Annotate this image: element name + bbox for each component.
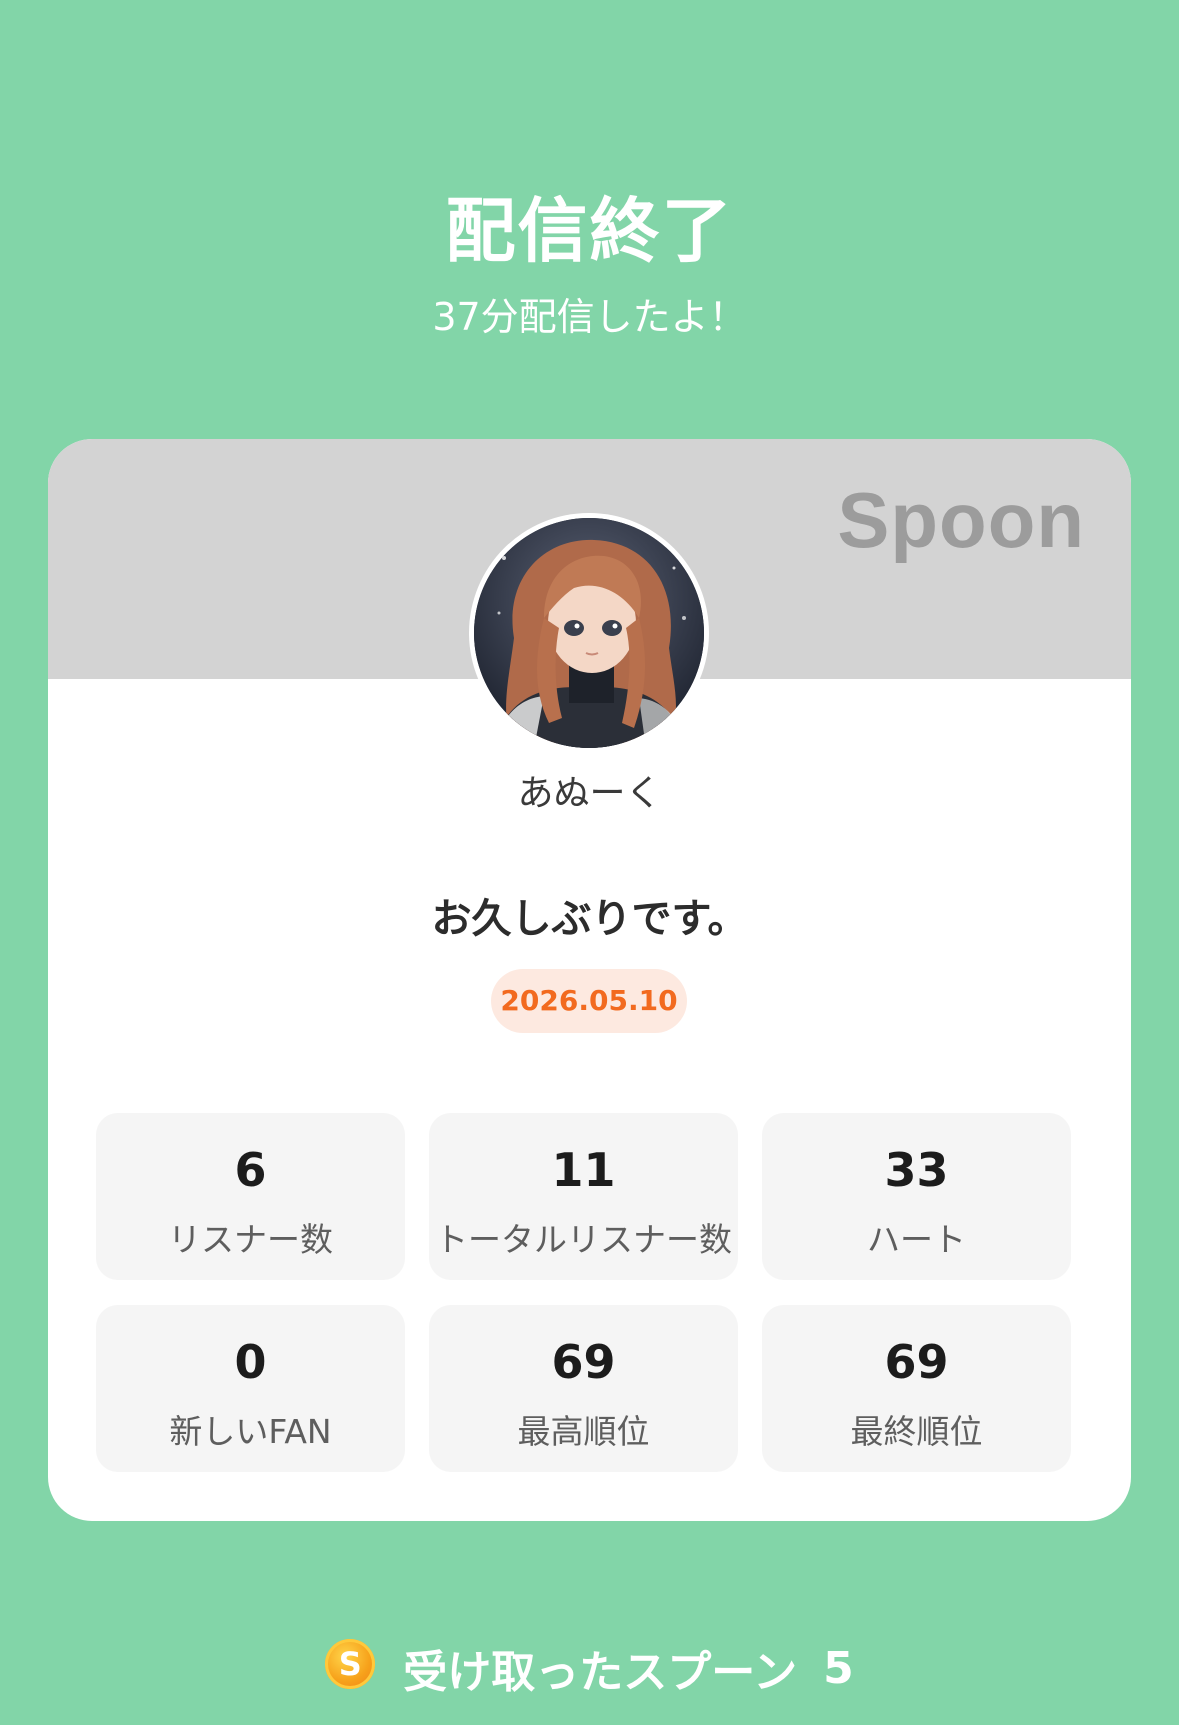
stat-value: 33 [884,1143,949,1197]
username: あぬーく [517,773,662,814]
avatar[interactable] [469,513,709,753]
date-badge: 2026.05.10 [491,969,687,1033]
stat-highest-rank: 69 最高順位 [429,1305,738,1472]
received-spoons-label: 受け取ったスプーン [403,1647,798,1698]
stat-listeners: 6 リスナー数 [96,1113,405,1280]
stat-value: 6 [234,1143,267,1197]
spoon-logo: Spoon [837,476,1085,564]
stat-label: 新しいFAN [169,1412,332,1451]
avatar-image [474,518,704,748]
stat-total-listeners: 11 トータルリスナー数 [429,1113,738,1280]
spoon-coin-icon: S [325,1639,376,1689]
stat-hearts: 33 ハート [762,1113,1071,1280]
stat-label: 最高順位 [517,1412,650,1451]
stat-value: 11 [551,1143,616,1197]
stat-value: 69 [884,1335,949,1389]
stat-value: 69 [551,1335,616,1389]
page-title: 配信終了 [445,190,734,272]
received-spoons-count: 5 [823,1642,854,1694]
stat-final-rank: 69 最終順位 [762,1305,1071,1472]
broadcast-title: お久しぶりです。 [431,896,748,942]
stat-label: リスナー数 [168,1220,333,1259]
broadcast-duration: 37分配信したよ！ [432,295,747,339]
stat-label: トータルリスナー数 [435,1220,732,1259]
stats-grid: 6 リスナー数 11 トータルリスナー数 33 ハート 0 新しいFAN 69 … [96,1113,1071,1472]
stat-new-fans: 0 新しいFAN [96,1305,405,1472]
broadcast-summary-card: Spoon あぬーく お久しぶりです。 2026.05.10 6 リスナー数 1… [48,439,1131,1521]
received-spoons: S 受け取ったスプーン 5 [0,1636,1179,1700]
stat-label: 最終順位 [850,1412,983,1451]
stat-value: 0 [234,1335,267,1389]
stat-label: ハート [867,1220,966,1259]
